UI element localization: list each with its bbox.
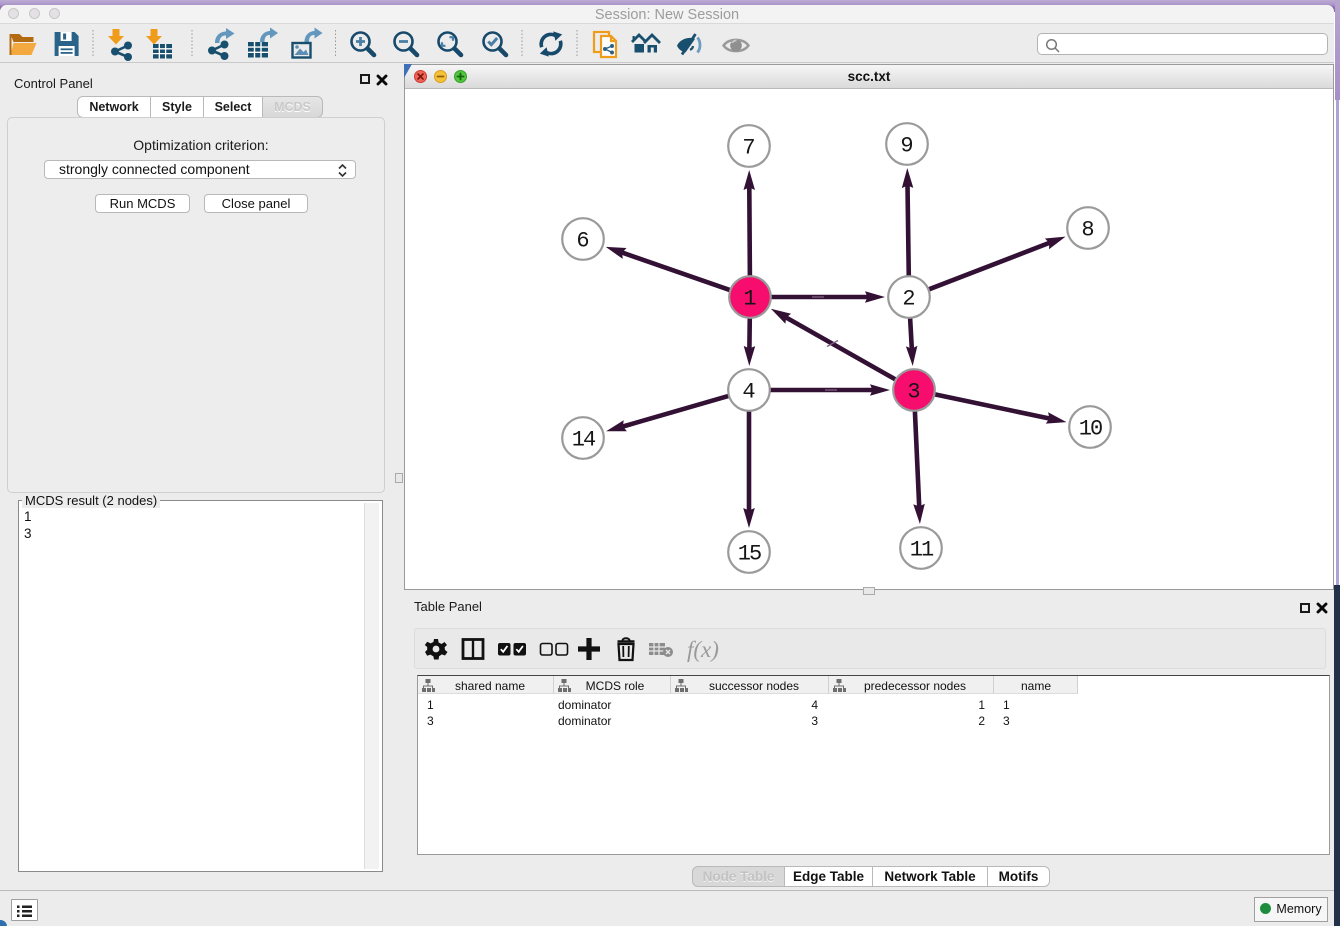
svg-text:9: 9 xyxy=(900,134,913,159)
svg-text:4: 4 xyxy=(742,380,755,405)
svg-text:11: 11 xyxy=(910,538,934,563)
svg-text:shared name: shared name xyxy=(455,679,525,693)
svg-text:MCDS role: MCDS role xyxy=(586,679,645,693)
svg-text:3: 3 xyxy=(907,380,920,405)
svg-text:name: name xyxy=(1021,679,1051,693)
svg-text:6: 6 xyxy=(576,229,589,254)
svg-text:15: 15 xyxy=(738,542,761,567)
svg-text:7: 7 xyxy=(742,136,755,161)
svg-text:8: 8 xyxy=(1081,218,1094,243)
svg-text:1: 1 xyxy=(743,287,756,312)
svg-text:predecessor nodes: predecessor nodes xyxy=(864,679,966,693)
svg-text:2: 2 xyxy=(902,287,915,312)
svg-text:f(x): f(x) xyxy=(687,637,719,662)
svg-text:successor nodes: successor nodes xyxy=(709,679,799,693)
svg-text:10: 10 xyxy=(1079,417,1102,442)
svg-text:14: 14 xyxy=(572,428,596,453)
